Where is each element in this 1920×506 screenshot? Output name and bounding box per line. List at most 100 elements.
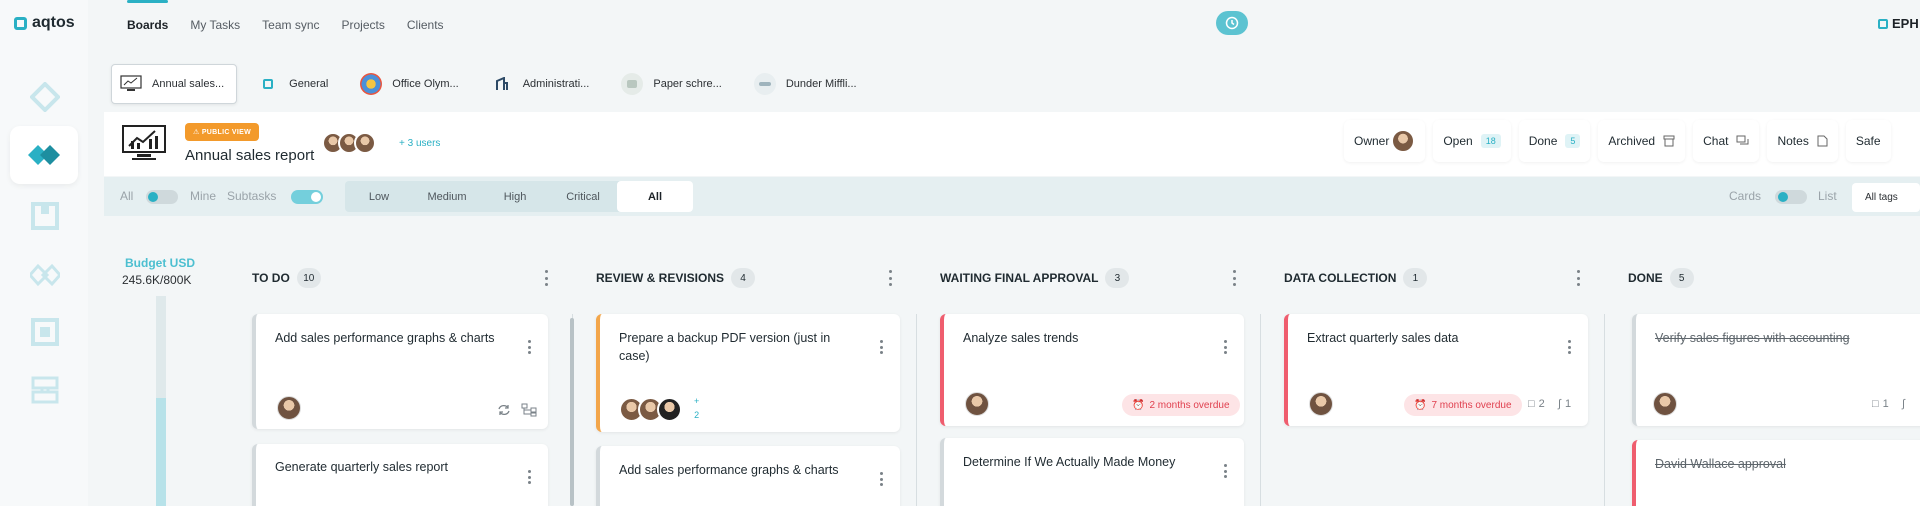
- paperclip-icon: ∫: [1902, 398, 1906, 410]
- open-tasks-button[interactable]: Open 18: [1433, 120, 1511, 162]
- task-card[interactable]: Generate quarterly sales report: [252, 444, 548, 506]
- board-tab-office-olympics[interactable]: Office Olym...: [352, 64, 470, 104]
- alarm-icon: ⏰: [1132, 399, 1145, 411]
- workspace-icon[interactable]: [30, 201, 60, 231]
- nav-tab-projects[interactable]: Projects: [342, 18, 385, 36]
- nav-tab-my-tasks[interactable]: My Tasks: [190, 18, 240, 36]
- sidebar-item-boards[interactable]: [10, 126, 78, 184]
- column-count: 4: [731, 268, 756, 288]
- column-menu-icon[interactable]: [1576, 270, 1580, 286]
- card-menu-icon[interactable]: [880, 472, 884, 486]
- paperclip-icon: ∫: [1558, 398, 1562, 410]
- task-card[interactable]: Determine If We Actually Made Money: [940, 438, 1244, 506]
- board-tab-general[interactable]: General: [249, 64, 340, 104]
- column-count: 5: [1669, 268, 1694, 288]
- archived-label: Archived: [1608, 134, 1656, 148]
- header-actions: Owner Open 18 Done 5 Archived Chat Notes…: [1344, 120, 1891, 162]
- user-menu[interactable]: EPH: [1878, 16, 1919, 31]
- board-tab-label: Annual sales...: [152, 78, 225, 90]
- safe-button[interactable]: Safe: [1845, 120, 1891, 162]
- notes-button[interactable]: Notes: [1767, 120, 1838, 162]
- comments-count[interactable]: □ 1: [1872, 398, 1889, 410]
- reports-icon[interactable]: [30, 375, 60, 405]
- monitor-chart-icon: [120, 75, 142, 91]
- task-card[interactable]: Verify sales figures with accounting □ 1 …: [1632, 314, 1920, 426]
- tags-dropdown-label: All tags: [1865, 192, 1898, 203]
- board-tabs: Annual sales... General Office Olym... A…: [111, 64, 869, 104]
- priority-critical[interactable]: Critical: [549, 181, 617, 212]
- budget-label: Budget USD: [125, 256, 195, 270]
- task-title: Generate quarterly sales report: [275, 460, 449, 474]
- modules-icon[interactable]: [30, 317, 60, 347]
- assignee-avatar: [965, 392, 989, 416]
- attachments-icon-only[interactable]: ∫: [1902, 398, 1905, 410]
- priority-medium[interactable]: Medium: [413, 181, 481, 212]
- open-label: Open: [1443, 134, 1473, 148]
- comments-count[interactable]: □ 2: [1528, 398, 1545, 410]
- column-menu-icon[interactable]: [1232, 270, 1236, 286]
- all-mine-toggle[interactable]: [146, 190, 178, 204]
- task-card[interactable]: Add sales performance graphs & charts: [596, 446, 900, 506]
- column-menu-icon[interactable]: [544, 270, 548, 286]
- tags-dropdown[interactable]: All tags: [1852, 183, 1920, 212]
- card-menu-icon[interactable]: [528, 470, 532, 484]
- card-menu-icon[interactable]: [1568, 340, 1572, 354]
- more-users-link[interactable]: + 3 users: [399, 138, 440, 149]
- priority-low[interactable]: Low: [345, 181, 413, 212]
- filter-subtasks-label: Subtasks: [227, 189, 277, 203]
- task-card[interactable]: Add sales performance graphs & charts: [252, 314, 548, 429]
- board-tab-administration[interactable]: Administrati...: [483, 64, 602, 104]
- public-view-text: PUBLIC VIEW: [201, 129, 252, 136]
- task-title: Prepare a backup PDF version (just in ca…: [619, 331, 831, 363]
- card-menu-icon[interactable]: [1224, 464, 1228, 478]
- logo-text: aqtos: [32, 14, 75, 31]
- app-logo[interactable]: aqtos: [14, 14, 75, 32]
- connections-icon[interactable]: [30, 260, 60, 290]
- paper-shredder-icon: [621, 73, 644, 95]
- more-assignees[interactable]: + 2: [694, 394, 699, 422]
- notes-icon: [1817, 135, 1828, 147]
- owner-button[interactable]: Owner: [1344, 120, 1426, 162]
- task-card[interactable]: Extract quarterly sales data ⏰ 7 months o…: [1284, 314, 1588, 426]
- warning-icon: ⚠: [193, 129, 202, 136]
- column-menu-icon[interactable]: [888, 270, 892, 286]
- card-menu-icon[interactable]: [1224, 340, 1228, 354]
- board-members[interactable]: [322, 132, 376, 154]
- nav-tab-clients[interactable]: Clients: [407, 18, 444, 36]
- card-menu-icon[interactable]: [528, 340, 532, 354]
- nav-tab-boards[interactable]: Boards: [127, 0, 169, 36]
- board-tab-dunder-mifflin[interactable]: Dunder Miffli...: [746, 64, 869, 104]
- priority-all[interactable]: All: [617, 181, 693, 212]
- boards-icon: [28, 145, 60, 165]
- task-card[interactable]: Prepare a backup PDF version (just in ca…: [596, 314, 900, 432]
- task-title: Determine If We Actually Made Money: [963, 455, 1176, 469]
- archived-button[interactable]: Archived: [1598, 120, 1686, 162]
- timer-button[interactable]: [1216, 11, 1248, 35]
- nav-tab-team-sync[interactable]: Team sync: [262, 18, 319, 36]
- attachments-count[interactable]: ∫ 1: [1558, 398, 1571, 410]
- column-title: TO DO: [252, 271, 290, 285]
- done-tasks-button[interactable]: Done 5: [1518, 120, 1591, 162]
- chat-button[interactable]: Chat: [1693, 120, 1760, 162]
- logo-mark-icon: [14, 16, 27, 30]
- board-tab-label: Dunder Miffli...: [785, 78, 857, 90]
- column-scrollbar[interactable]: [570, 318, 574, 506]
- card-menu-icon[interactable]: [880, 340, 884, 354]
- olympics-icon: [360, 73, 383, 95]
- budget-bar-fill: [156, 398, 166, 506]
- filter-all-label: All: [120, 189, 134, 203]
- board-tab-paper-shredder[interactable]: Paper schre...: [613, 64, 733, 104]
- task-card[interactable]: David Wallace approval: [1632, 440, 1920, 506]
- board-tab-annual-sales[interactable]: Annual sales...: [111, 64, 238, 104]
- board-tab-label: General: [289, 78, 329, 90]
- task-card[interactable]: Analyze sales trends ⏰ 2 months overdue: [940, 314, 1244, 426]
- avatar: [657, 397, 682, 422]
- owner-avatar: [1391, 129, 1416, 153]
- column-header-data-collection: DATA COLLECTION 1: [1284, 268, 1428, 288]
- subtasks-toggle[interactable]: [291, 190, 323, 204]
- user-label: EPH: [1892, 16, 1919, 31]
- dashboard-diamond-icon[interactable]: [30, 82, 60, 112]
- priority-high[interactable]: High: [481, 181, 549, 212]
- cards-list-toggle[interactable]: [1775, 190, 1807, 204]
- column-header-done: DONE 5: [1628, 268, 1694, 288]
